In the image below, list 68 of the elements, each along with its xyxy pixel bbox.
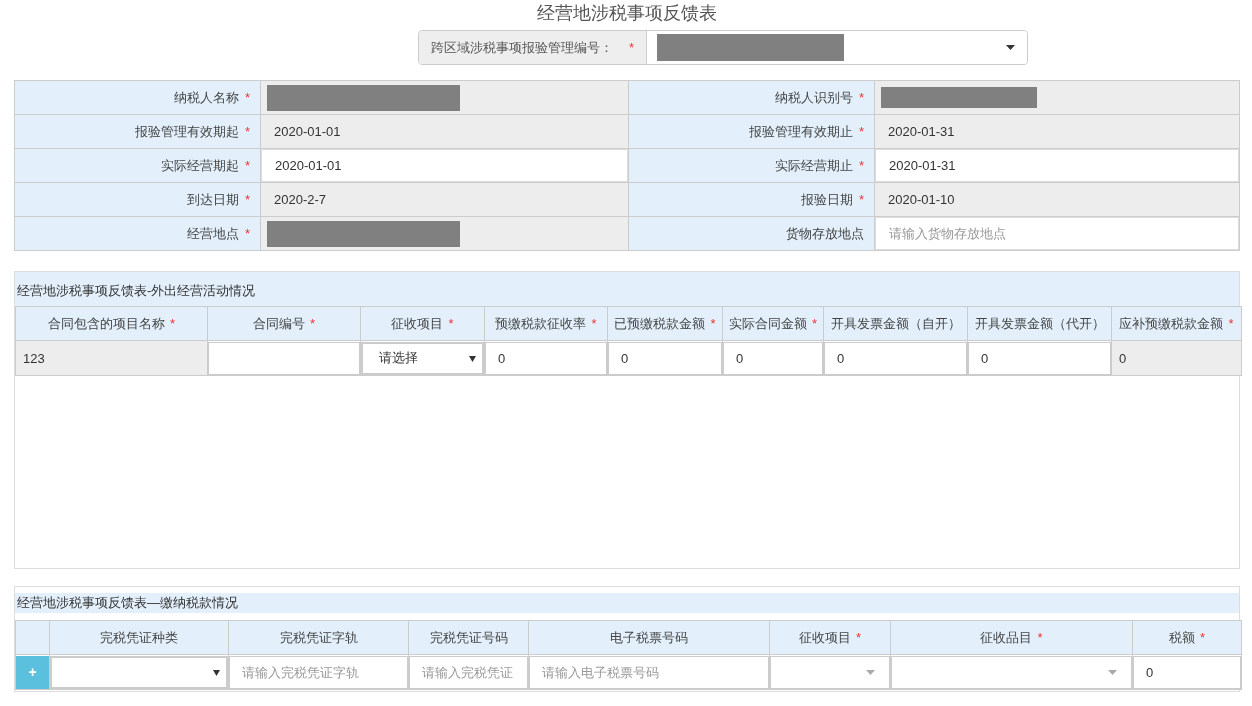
required-mark: * <box>244 225 250 241</box>
input-field[interactable] <box>208 341 360 375</box>
column-header: 税额 * <box>1132 620 1242 655</box>
select-field[interactable]: 请选择 <box>361 341 484 375</box>
field-value: 2020-01-01 <box>273 124 341 139</box>
input-field[interactable]: 0 <box>485 341 607 375</box>
column-header: 完税凭证号码 <box>408 620 529 655</box>
required-mark: * <box>858 157 864 173</box>
field-label: 实际经营期止 <box>774 157 853 173</box>
page-title: 经营地涉税事项反馈表 <box>536 2 718 25</box>
field-label: 报验日期 <box>800 191 853 207</box>
field-label: 报验管理有效期起 <box>134 123 239 139</box>
input-field[interactable]: 2020-01-31 <box>875 149 1239 182</box>
column-header: 合同编号 * <box>207 306 361 341</box>
required-mark: * <box>244 191 250 207</box>
column-header: 完税凭证种类 <box>49 620 229 655</box>
required-mark: * <box>244 123 250 139</box>
input-field[interactable]: 2020-01-01 <box>261 149 628 182</box>
column-header: 实际合同金额 * <box>722 306 824 341</box>
field-label: 报验管理有效期止 <box>748 123 853 139</box>
column-header: 征收品目 * <box>890 620 1133 655</box>
field-value: 2020-01-10 <box>887 192 955 207</box>
field-label: 纳税人名称 <box>173 89 239 105</box>
required-mark: * <box>858 89 864 105</box>
caret-icon <box>1108 669 1117 675</box>
column-header: 电子税票号码 <box>528 620 770 655</box>
required-mark: * <box>858 191 864 207</box>
required-mark: * <box>858 123 864 139</box>
input-field[interactable]: 0 <box>1133 655 1241 689</box>
column-header: 应补预缴税款金额 * <box>1111 306 1242 341</box>
field-value: 2020-01-31 <box>887 124 955 139</box>
field-label: 跨区域涉税事项报验管理编号： <box>431 38 613 57</box>
required-mark: * <box>629 40 635 55</box>
caret-icon <box>213 668 220 676</box>
input-field[interactable]: 0 <box>824 341 967 375</box>
caret-icon <box>866 669 875 675</box>
table-cell-text: 123 <box>22 350 45 366</box>
caret-icon <box>469 354 476 362</box>
input-field[interactable]: 0 <box>723 341 823 375</box>
input-field[interactable]: 请输入完税凭证字轨 <box>229 655 408 689</box>
field-label: 实际经营期起 <box>160 157 239 173</box>
column-header: 完税凭证字轨 <box>228 620 409 655</box>
select-field[interactable] <box>891 655 1132 689</box>
input-field[interactable]: 0 <box>608 341 722 375</box>
column-header: 预缴税款征收率 * <box>484 306 608 341</box>
field-value: 2020-2-7 <box>273 192 327 207</box>
field-label: 货物存放地点 <box>786 225 864 241</box>
field-label: 纳税人识别号 <box>774 89 853 105</box>
input-field[interactable]: 0 <box>968 341 1111 375</box>
table-cell-text: 0 <box>1118 350 1127 366</box>
field-label: 到达日期 <box>186 191 239 207</box>
caret-icon <box>1006 45 1015 50</box>
section-title: 经营地涉税事项反馈表-外出经营活动情况 <box>15 272 1239 306</box>
column-header: 开具发票金额（代开） <box>967 306 1112 341</box>
column-header: 征收项目 * <box>360 306 485 341</box>
column-header: 已预缴税款金额 * <box>607 306 723 341</box>
field-label: 经营地点 <box>186 225 239 241</box>
column-header: 合同包含的项目名称 * <box>15 306 208 341</box>
input-field[interactable]: 请输入货物存放地点 <box>875 217 1239 250</box>
section-title: 经营地涉税事项反馈表—缴纳税款情况 <box>15 593 1239 613</box>
required-mark: * <box>244 89 250 105</box>
input-field[interactable]: 请输入完税凭证 <box>409 655 528 689</box>
column-header: 征收项目 * <box>769 620 891 655</box>
input-field[interactable]: 请输入电子税票号码 <box>529 655 769 689</box>
column-header: 开具发票金额（自开） <box>823 306 968 341</box>
required-mark: * <box>244 157 250 173</box>
select-field[interactable] <box>770 655 890 689</box>
select-field[interactable] <box>50 655 228 689</box>
